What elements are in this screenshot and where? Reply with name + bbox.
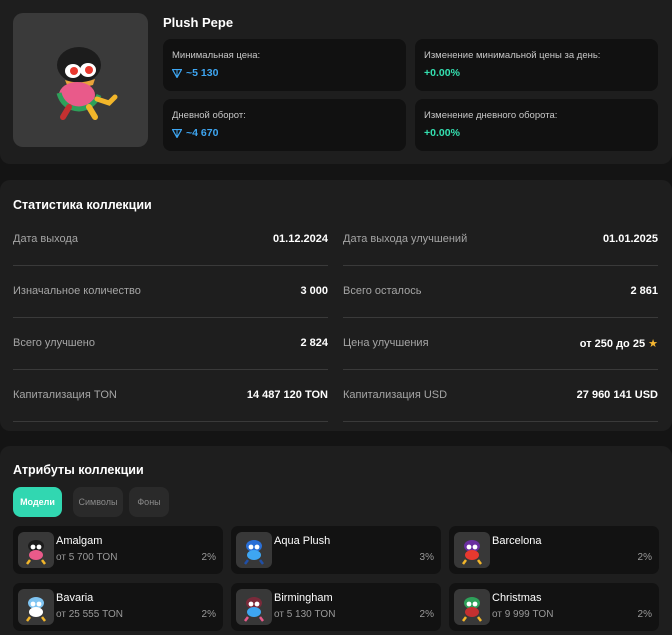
daily-volume-value: ~4 670 bbox=[186, 127, 219, 139]
stat-label: Изначальное количество bbox=[13, 285, 141, 297]
model-card-birmingham[interactable]: Birmingham от 5 130 TON 2% bbox=[231, 583, 441, 631]
min-price-change-label: Изменение минимальной цены за день: bbox=[424, 50, 601, 61]
stat-row-upgrade-price: Цена улучшения от 250 до 25 ★ bbox=[343, 337, 658, 370]
nft-preview-image bbox=[13, 13, 148, 147]
collection-title: Plush Pepe bbox=[163, 15, 234, 30]
stat-row-cap-ton: Капитализация TON 14 487 120 TON bbox=[13, 389, 328, 422]
model-name: Birmingham bbox=[274, 592, 333, 604]
daily-volume-label: Дневной оборот: bbox=[172, 110, 246, 121]
model-card-aqua-plush[interactable]: Aqua Plush 3% bbox=[231, 526, 441, 574]
collection-header-card: Plush Pepe Минимальная цена: ~5 130 Изме… bbox=[0, 0, 672, 164]
model-card-christmas[interactable]: Christmas от 9 999 TON 2% bbox=[449, 583, 659, 631]
model-thumb bbox=[454, 532, 490, 568]
stat-value: 14 487 120 TON bbox=[246, 389, 328, 401]
stat-row-upgraded: Всего улучшено 2 824 bbox=[13, 337, 328, 370]
ton-icon bbox=[172, 68, 182, 78]
model-rarity: 2% bbox=[419, 609, 434, 620]
tab-symbols[interactable]: Символы bbox=[73, 487, 123, 517]
model-name: Barcelona bbox=[492, 535, 542, 547]
min-price-value: ~5 130 bbox=[186, 67, 219, 79]
stat-value: 3 000 bbox=[300, 285, 328, 297]
model-thumb bbox=[236, 589, 272, 625]
model-card-bavaria[interactable]: Bavaria от 25 555 TON 2% bbox=[13, 583, 223, 631]
stat-value: 27 960 141 USD bbox=[576, 389, 658, 401]
model-price: от 5 700 TON bbox=[56, 552, 118, 563]
stat-value: 01.12.2024 bbox=[272, 233, 328, 245]
plush-pepe-thumbnail-icon bbox=[26, 540, 46, 565]
plush-pepe-illustration bbox=[56, 47, 118, 120]
stat-label: Капитализация TON bbox=[13, 389, 117, 401]
model-rarity: 2% bbox=[637, 609, 652, 620]
model-card-barcelona[interactable]: Barcelona 2% bbox=[449, 526, 659, 574]
model-name: Aqua Plush bbox=[274, 535, 331, 547]
model-thumb bbox=[236, 532, 272, 568]
model-name: Bavaria bbox=[56, 592, 94, 604]
stat-value-wrapper: от 250 до 25 ★ bbox=[580, 337, 658, 350]
stat-value: 01.01.2025 bbox=[602, 233, 658, 245]
attributes-section-title: Атрибуты коллекции bbox=[13, 463, 144, 477]
stat-row-cap-usd: Капитализация USD 27 960 141 USD bbox=[343, 389, 658, 422]
min-price-box: Минимальная цена: ~5 130 bbox=[163, 39, 406, 91]
model-card-amalgam[interactable]: Amalgam от 5 700 TON 2% bbox=[13, 526, 223, 574]
model-thumb bbox=[18, 532, 54, 568]
ton-icon bbox=[172, 128, 182, 138]
tab-backdrops[interactable]: Фоны bbox=[129, 487, 169, 517]
model-rarity: 2% bbox=[201, 552, 216, 563]
daily-volume-change-box: Изменение дневного оборота: +0.00% bbox=[415, 99, 658, 151]
stat-value: от 250 до 25 bbox=[579, 338, 646, 350]
plush-pepe-thumbnail-icon bbox=[462, 540, 482, 565]
model-rarity: 2% bbox=[201, 609, 216, 620]
star-icon: ★ bbox=[648, 338, 658, 350]
model-thumb bbox=[454, 589, 490, 625]
stat-value: 2 861 bbox=[630, 285, 658, 297]
model-rarity: 2% bbox=[637, 552, 652, 563]
stat-value: 2 824 bbox=[300, 337, 328, 349]
min-price-change-box: Изменение минимальной цены за день: +0.0… bbox=[415, 39, 658, 91]
min-price-label: Минимальная цена: bbox=[172, 50, 261, 61]
model-price: от 25 555 TON bbox=[56, 609, 123, 620]
stat-label: Всего осталось bbox=[343, 285, 422, 297]
daily-volume-change-value: +0.00% bbox=[424, 127, 460, 139]
daily-volume-change-label: Изменение дневного оборота: bbox=[424, 110, 558, 121]
model-price: от 9 999 TON bbox=[492, 609, 554, 620]
stat-label: Дата выхода улучшений bbox=[343, 233, 468, 245]
model-name: Christmas bbox=[492, 592, 542, 604]
daily-volume-value-row: ~4 670 bbox=[172, 127, 397, 139]
plush-pepe-thumbnail-icon bbox=[244, 597, 264, 622]
stat-label: Капитализация USD bbox=[343, 389, 448, 401]
plush-pepe-thumbnail-icon bbox=[26, 597, 46, 622]
tab-models[interactable]: Модели bbox=[13, 487, 62, 517]
stat-label: Дата выхода bbox=[13, 233, 78, 245]
model-thumb bbox=[18, 589, 54, 625]
stats-section-title: Статистика коллекции bbox=[13, 198, 152, 212]
model-price: от 5 130 TON bbox=[274, 609, 336, 620]
stat-row-remaining: Всего осталось 2 861 bbox=[343, 285, 658, 318]
stat-row-release-date: Дата выхода 01.12.2024 bbox=[13, 233, 328, 266]
plush-pepe-thumbnail-icon bbox=[462, 597, 482, 622]
model-name: Amalgam bbox=[56, 535, 103, 547]
min-price-change-value: +0.00% bbox=[424, 67, 460, 79]
stat-label: Всего улучшено bbox=[13, 337, 95, 349]
daily-volume-box: Дневной оборот: ~4 670 bbox=[163, 99, 406, 151]
model-rarity: 3% bbox=[419, 552, 434, 563]
plush-pepe-thumbnail-icon bbox=[244, 540, 264, 565]
stat-row-initial-supply: Изначальное количество 3 000 bbox=[13, 285, 328, 318]
stat-row-upgrade-release-date: Дата выхода улучшений 01.01.2025 bbox=[343, 233, 658, 266]
min-price-value-row: ~5 130 bbox=[172, 67, 397, 79]
stat-label: Цена улучшения bbox=[343, 337, 429, 349]
